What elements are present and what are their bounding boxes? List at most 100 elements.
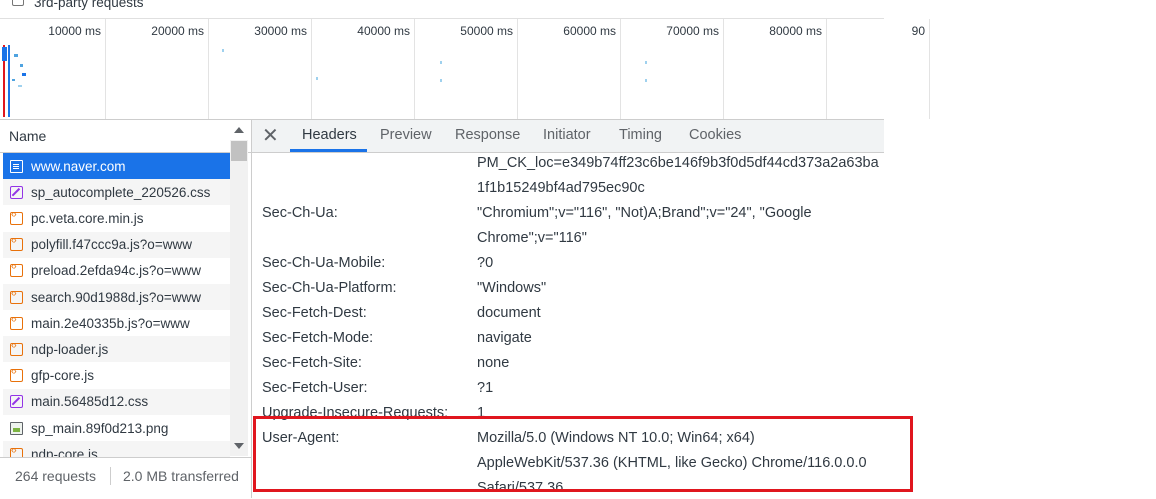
overview-gridline <box>311 19 312 119</box>
script-icon <box>10 261 23 278</box>
request-name: main.2e40335b.js?o=www <box>31 315 190 331</box>
overview-activity-mark <box>316 77 318 80</box>
header-value: none <box>477 355 510 371</box>
overview-gridline <box>929 19 930 119</box>
header-value: ?1 <box>477 380 494 396</box>
stylesheet-icon <box>10 185 23 199</box>
request-name: www.naver.com <box>31 158 126 174</box>
request-row[interactable]: pc.veta.core.min.js <box>3 205 230 232</box>
request-name: ndp-core.js <box>31 446 98 457</box>
request-name: polyfill.f47ccc9a.js?o=www <box>31 237 192 253</box>
overview-activity-mark <box>222 49 224 52</box>
request-row[interactable]: sp_main.89f0d213.png <box>3 415 230 441</box>
overview-activity-mark <box>22 73 26 76</box>
overview-tick-label: 60000 ms <box>563 24 616 38</box>
header-key: Sec-Ch-Ua: <box>262 205 338 221</box>
request-row[interactable]: gfp-core.js <box>3 362 230 389</box>
overview-activity-mark <box>12 79 15 81</box>
header-key: Sec-Fetch-User: <box>262 380 368 396</box>
overview-tick-label: 30000 ms <box>254 24 307 38</box>
header-key: Sec-Fetch-Mode: <box>262 330 374 346</box>
overview-activity-mark <box>20 64 23 67</box>
user-agent-highlight <box>253 416 913 492</box>
request-list-panel: Name www.naver.com sp_autocomplete_220526… <box>0 120 252 499</box>
overview-activity-mark <box>8 45 10 117</box>
request-name: pc.veta.core.min.js <box>31 210 144 226</box>
overview-tick-label: 10000 ms <box>48 24 101 38</box>
overview-activity-mark <box>440 79 442 82</box>
sort-ascending-icon[interactable] <box>234 127 244 133</box>
request-name: search.90d1988d.js?o=www <box>31 289 201 305</box>
request-row[interactable]: ndp-loader.js <box>3 336 230 363</box>
overview-activity-mark <box>645 61 647 64</box>
stylesheet-icon <box>10 395 23 409</box>
overview-activity-mark <box>645 79 647 82</box>
third-party-checkbox[interactable] <box>12 0 24 6</box>
overview-gridline <box>105 19 106 119</box>
overview-gridline <box>208 19 209 119</box>
request-row[interactable]: main.2e40335b.js?o=www <box>3 310 230 337</box>
request-rows: www.naver.com sp_autocomplete_220526.cssp… <box>0 153 251 457</box>
header-value: ?0 <box>477 255 494 271</box>
request-name: sp_autocomplete_220526.css <box>31 184 211 200</box>
header-value: PM_CK_loc=e349b74ff23c6be146f9b3f0d5df44… <box>477 155 879 171</box>
header-value: Chrome";v="116" <box>477 230 587 246</box>
filter-bar: 3rd-party requests <box>0 0 884 19</box>
header-key: Sec-Fetch-Site: <box>262 355 362 371</box>
overview-tick-label: 70000 ms <box>666 24 719 38</box>
script-icon <box>10 340 23 356</box>
details-tab-bar: ✕ Headers Preview Response Initiator Tim… <box>252 120 884 153</box>
script-icon <box>10 209 23 225</box>
active-tab-indicator <box>290 149 367 152</box>
name-column-label: Name <box>9 128 47 144</box>
image-icon <box>10 421 23 435</box>
request-name: gfp-core.js <box>31 368 95 384</box>
overview-gridline <box>517 19 518 119</box>
close-icon[interactable]: ✕ <box>262 126 279 146</box>
overview-tick-label: 40000 ms <box>357 24 410 38</box>
script-icon <box>10 445 23 457</box>
scroll-down-arrow-icon[interactable] <box>234 443 244 449</box>
script-icon <box>10 366 23 383</box>
overview-activity-mark <box>2 47 7 61</box>
request-row[interactable]: main.56485d12.css <box>3 388 230 415</box>
tab-preview[interactable]: Preview <box>380 127 432 143</box>
tab-headers[interactable]: Headers <box>302 127 357 143</box>
overview-activity-mark <box>440 61 442 64</box>
request-row[interactable]: sp_autocomplete_220526.css <box>3 179 230 206</box>
header-value: "Chromium";v="116", "Not)A;Brand";v="24"… <box>477 205 812 221</box>
tab-response[interactable]: Response <box>455 127 520 143</box>
header-key: Sec-Ch-Ua-Mobile: <box>262 255 386 271</box>
request-name: ndp-loader.js <box>31 341 109 357</box>
overview-gridline <box>826 19 827 119</box>
request-list-scrollbar[interactable] <box>230 140 248 456</box>
request-row[interactable]: www.naver.com <box>3 153 230 179</box>
overview-gridline <box>723 19 724 119</box>
request-row[interactable]: ndp-core.js <box>3 441 230 457</box>
header-key: Sec-Ch-Ua-Platform: <box>262 280 397 296</box>
tab-initiator[interactable]: Initiator <box>543 127 591 143</box>
tab-cookies[interactable]: Cookies <box>689 127 741 143</box>
overview-tick-label: 50000 ms <box>460 24 513 38</box>
status-bar: 264 requests 2.0 MB transferred <box>0 457 251 499</box>
request-row[interactable]: preload.2efda94c.js?o=www <box>3 257 230 284</box>
scrollbar-thumb[interactable] <box>231 141 247 161</box>
overview-gridline <box>620 19 621 119</box>
request-name: preload.2efda94c.js?o=www <box>31 263 201 279</box>
overview-tick-label: 80000 ms <box>769 24 822 38</box>
header-value: "Windows" <box>477 280 547 296</box>
request-count: 264 requests <box>15 468 96 484</box>
third-party-label: 3rd-party requests <box>34 0 144 10</box>
request-row[interactable]: search.90d1988d.js?o=www <box>3 284 230 310</box>
header-value: navigate <box>477 330 532 346</box>
network-overview[interactable]: 10000 ms 20000 ms 30000 ms 40000 ms 50000 ms… <box>0 19 930 120</box>
name-column-header[interactable]: Name <box>0 120 251 153</box>
document-icon <box>10 159 23 173</box>
request-row[interactable]: polyfill.f47ccc9a.js?o=www <box>3 231 230 258</box>
overview-activity-mark <box>14 54 18 57</box>
tab-timing[interactable]: Timing <box>619 127 662 143</box>
overview-activity-mark <box>18 85 22 87</box>
status-divider <box>110 467 111 485</box>
header-key: Sec-Fetch-Dest: <box>262 305 367 321</box>
transferred-size: 2.0 MB transferred <box>123 468 239 484</box>
